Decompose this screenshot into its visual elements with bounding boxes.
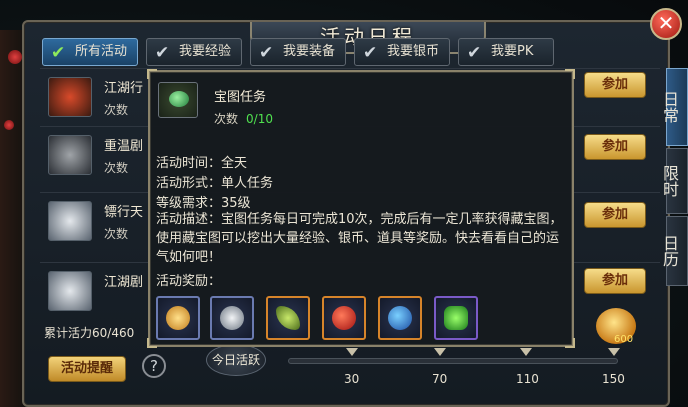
activity-description: 活动描述：宝图任务每日可完成10次，完成后有一定几率获得藏宝图，使用藏宝图可以挖… xyxy=(156,212,563,265)
corner-ornament xyxy=(565,69,575,79)
vitality-total: 累计活力60/460 xyxy=(44,326,135,340)
activity-name: 江湖行 xyxy=(104,81,144,96)
check-icon: ✔ xyxy=(259,43,274,63)
treasure-map-icon xyxy=(158,82,198,118)
activity-name: 重温剧 xyxy=(104,139,144,154)
red-flower-icon xyxy=(4,120,14,130)
join-button[interactable]: 参加 xyxy=(584,72,646,98)
activity-time: 活动时间：全天 xyxy=(156,156,248,171)
tab-label: 所有活动 xyxy=(75,44,128,59)
milestone-label: 30 xyxy=(344,372,360,386)
tab-all-activities[interactable]: ✔ 所有活动 xyxy=(42,38,138,66)
green-crystal-icon xyxy=(444,306,468,330)
milestone-marker xyxy=(434,348,446,356)
reward-slot[interactable] xyxy=(266,296,310,340)
tab-exp[interactable]: ✔ 我要经验 xyxy=(146,38,242,66)
tab-equipment[interactable]: ✔ 我要装备 xyxy=(250,38,346,66)
reward-slot[interactable] xyxy=(210,296,254,340)
armor-icon xyxy=(48,135,92,175)
vitality-progress-track xyxy=(288,358,618,364)
close-button[interactable]: ✕ xyxy=(650,8,682,40)
silver-ingot-icon xyxy=(48,201,92,241)
reward-slot[interactable] xyxy=(434,296,478,340)
silver-ingot-icon xyxy=(220,306,244,330)
reward-slot[interactable] xyxy=(156,296,200,340)
tab-label: 我要经验 xyxy=(179,44,232,59)
tooltip-activity-name: 宝图任务 xyxy=(214,90,267,105)
reward-slot[interactable] xyxy=(378,296,422,340)
tab-pk[interactable]: ✔ 我要PK xyxy=(458,38,554,66)
jade-feather-icon xyxy=(276,306,300,330)
lantern-icon xyxy=(48,77,92,117)
corner-ornament xyxy=(147,69,157,79)
check-icon: ✔ xyxy=(467,43,482,63)
activity-count-label: 次数 xyxy=(104,161,129,175)
red-flower-icon xyxy=(8,50,22,64)
milestone-marker xyxy=(608,348,620,356)
reward-slot[interactable] xyxy=(322,296,366,340)
today-activity-badge: 今日活跃 xyxy=(206,344,266,376)
corner-ornament xyxy=(147,338,157,348)
activity-name: 江湖剧 xyxy=(104,275,144,290)
count-label: 次数 xyxy=(214,112,239,126)
side-tab-daily[interactable]: 日常 xyxy=(660,68,688,146)
red-orb-icon xyxy=(332,306,356,330)
join-button[interactable]: 参加 xyxy=(584,134,646,160)
rewards-label: 活动奖励： xyxy=(156,274,222,289)
chest-value: 600 xyxy=(614,334,634,345)
activity-name: 镖行天 xyxy=(104,205,144,220)
help-button[interactable]: ? xyxy=(142,354,166,378)
side-tab-limited[interactable]: 限时 xyxy=(660,148,688,214)
activity-count-label: 次数 xyxy=(104,103,129,117)
milestone-label: 150 xyxy=(602,372,625,386)
join-button[interactable]: 参加 xyxy=(584,202,646,228)
tab-silver[interactable]: ✔ 我要银币 xyxy=(354,38,450,66)
check-icon: ✔ xyxy=(363,43,378,63)
level-requirement: 等级需求：35级 xyxy=(156,196,251,211)
milestone-marker xyxy=(520,348,532,356)
milestone-marker xyxy=(346,348,358,356)
check-icon: ✔ xyxy=(155,43,170,63)
activity-reminder-button[interactable]: 活动提醒 xyxy=(48,356,126,382)
activity-form: 活动形式：单人任务 xyxy=(156,176,274,191)
activity-count-label: 次数 xyxy=(104,227,129,241)
blue-orb-icon xyxy=(388,306,412,330)
tab-label: 我要银币 xyxy=(387,44,440,59)
join-button[interactable]: 参加 xyxy=(584,268,646,294)
tab-label: 我要装备 xyxy=(283,44,336,59)
tab-label: 我要PK xyxy=(491,44,534,59)
count-value: 0/10 xyxy=(246,112,273,126)
milestone-label: 70 xyxy=(432,372,448,386)
tooltip-count: 次数 0/10 xyxy=(214,110,273,127)
check-icon: ✔ xyxy=(51,43,66,63)
corner-ornament xyxy=(565,338,575,348)
activity-detail-tooltip: 宝图任务 次数 0/10 活动时间：全天 活动形式：单人任务 等级需求：35级 活… xyxy=(147,69,575,348)
coin-stack-icon xyxy=(166,306,190,330)
side-tab-calendar[interactable]: 日历 xyxy=(660,216,688,286)
milestone-label: 110 xyxy=(516,372,539,386)
